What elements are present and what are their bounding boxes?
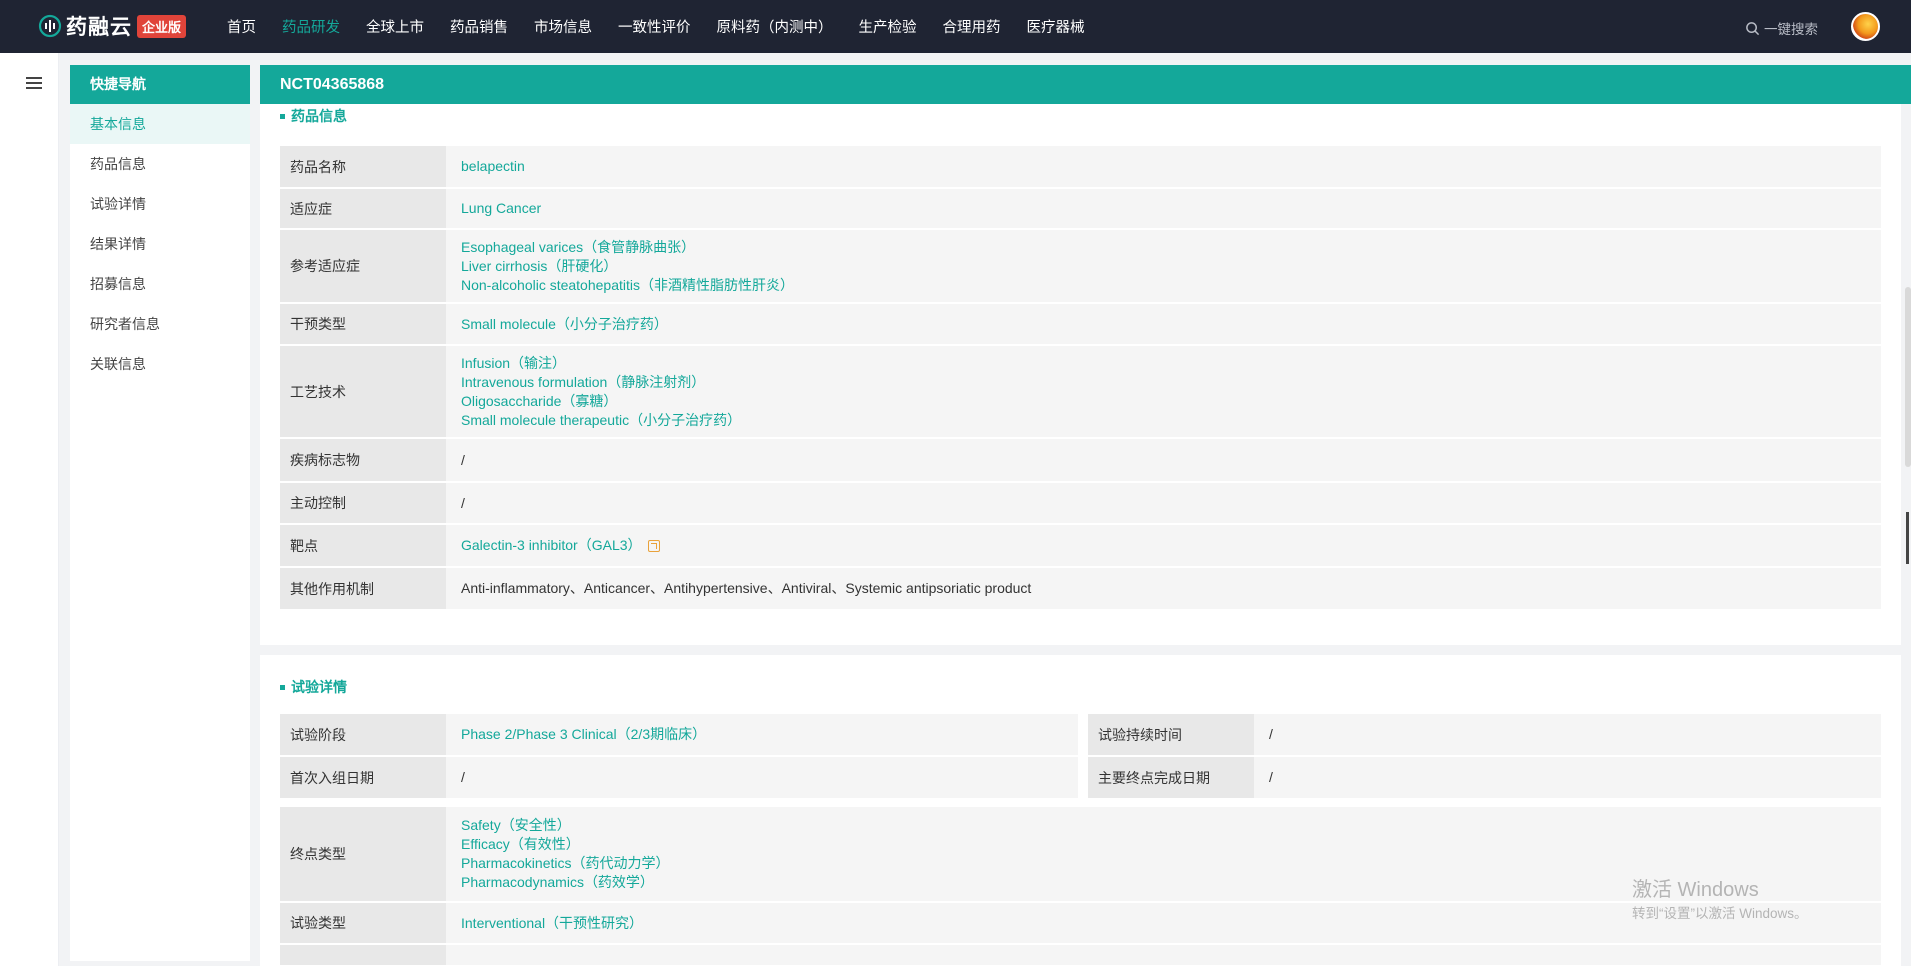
nav-global-launch[interactable]: 全球上市 [366, 16, 424, 37]
list-item[interactable]: Efficacy（有效性） [461, 835, 1881, 854]
nav-home[interactable]: 首页 [227, 16, 256, 37]
row-label: 工艺技术 [280, 346, 446, 437]
quick-nav-basic-info[interactable]: 基本信息 [70, 104, 250, 144]
row-label: 主动控制 [280, 483, 446, 523]
nav-market-info[interactable]: 市场信息 [534, 16, 592, 37]
first-enrollment-value: / [446, 757, 1078, 798]
trial-id-title: NCT04365868 [260, 65, 1911, 104]
target-cell: Galectin-3 inhibitor（GAL3） [446, 525, 1881, 566]
search-button[interactable]: 一键搜索 [1745, 18, 1818, 38]
row-label: 试验类型 [280, 903, 446, 943]
list-item[interactable]: Oligosaccharide（寡糖） [461, 392, 1881, 411]
main-content: NCT04365868 药品信息 药品名称 belapectin 适应症 Lun… [260, 65, 1911, 966]
trial-grid-table: 试验阶段 Phase 2/Phase 3 Clinical（2/3期临床） 试验… [280, 712, 1881, 800]
row-label: 药品名称 [280, 146, 446, 187]
list-item[interactable]: Infusion（输注） [461, 354, 1881, 373]
left-rail [0, 53, 59, 966]
primary-completion-value: / [1254, 757, 1881, 798]
row-label: 首次入组日期 [280, 757, 446, 798]
list-item[interactable]: Non-alcoholic steatohepatitis（非酒精性脂肪性肝炎） [461, 276, 1881, 295]
quick-nav-trial-details[interactable]: 试验详情 [70, 184, 250, 224]
logo-icon [38, 14, 62, 38]
section-marker [280, 684, 285, 690]
quick-nav-title: 快捷导航 [70, 65, 250, 104]
trial-duration-value: / [1254, 714, 1881, 755]
trial-details-title: 试验详情 [291, 679, 347, 695]
drug-info-table: 药品名称 belapectin 适应症 Lung Cancer 参考适应症 Es… [280, 144, 1881, 611]
active-control-value: / [446, 483, 1881, 523]
main-nav: 首页 药品研发 全球上市 药品销售 市场信息 一致性评价 原料药（内测中） 生产… [227, 0, 1111, 53]
list-item[interactable]: Liver cirrhosis（肝硬化） [461, 257, 1881, 276]
row-label: 适应症 [280, 189, 446, 228]
technology-values: Infusion（输注） Intravenous formulation（静脉注… [446, 346, 1881, 437]
table-row: 其他作用机制 Anti-inflammatory、Anticancer、Anti… [280, 568, 1881, 609]
nav-api[interactable]: 原料药（内测中） [717, 16, 833, 37]
list-item[interactable]: Safety（安全性） [461, 816, 1881, 835]
quick-nav-drug-info[interactable]: 药品信息 [70, 144, 250, 184]
avatar[interactable] [1851, 12, 1880, 41]
top-bar: 药融云 企业版 首页 药品研发 全球上市 药品销售 市场信息 一致性评价 原料药… [0, 0, 1911, 53]
trial-phase-value[interactable]: Phase 2/Phase 3 Clinical（2/3期临床） [446, 714, 1078, 755]
row-label: 终点类型 [280, 807, 446, 901]
drug-info-card: 药品信息 药品名称 belapectin 适应症 Lung Cancer 参考适… [260, 104, 1901, 645]
windows-activation-title: 激活 Windows [1632, 879, 1759, 901]
row-label: 主要终点完成日期 [1088, 757, 1254, 798]
menu-toggle-icon[interactable] [26, 77, 42, 90]
table-row: 靶点 Galectin-3 inhibitor（GAL3） [280, 525, 1881, 566]
target-value[interactable]: Galectin-3 inhibitor（GAL3） [461, 537, 642, 553]
drug-info-title: 药品信息 [291, 108, 347, 124]
table-row: 药品名称 belapectin [280, 146, 1881, 187]
list-item[interactable]: Pharmacokinetics（药代动力学） [461, 854, 1881, 873]
quick-nav-recruitment[interactable]: 招募信息 [70, 264, 250, 304]
search-label: 一键搜索 [1764, 22, 1818, 37]
quick-nav-related[interactable]: 关联信息 [70, 344, 250, 384]
reference-indications: Esophageal varices（食管静脉曲张） Liver cirrhos… [446, 230, 1881, 302]
indication-value[interactable]: Lung Cancer [446, 189, 1881, 228]
table-row: 干预类型 Small molecule（小分子治疗药） [280, 304, 1881, 344]
table-row: 适应症 Lung Cancer [280, 189, 1881, 228]
row-label: 试验阶段 [280, 714, 446, 755]
nav-drug-rd[interactable]: 药品研发 [282, 16, 340, 37]
drug-name-value[interactable]: belapectin [446, 146, 1881, 187]
drug-info-heading: 药品信息 [280, 106, 347, 126]
nav-rational-use[interactable]: 合理用药 [943, 16, 1001, 37]
page-scroll-indicator[interactable] [1906, 512, 1909, 564]
row-label: 靶点 [280, 525, 446, 566]
table-row: 试验阶段 Phase 2/Phase 3 Clinical（2/3期临床） 试验… [280, 714, 1881, 755]
list-item[interactable]: Intravenous formulation（静脉注射剂） [461, 373, 1881, 392]
windows-activation-subtitle: 转到“设置”以激活 Windows。 [1632, 906, 1808, 921]
logo[interactable]: 药融云 企业版 [38, 12, 187, 40]
table-row: 工艺技术 Infusion（输注） Intravenous formulatio… [280, 346, 1881, 437]
list-item[interactable]: Small molecule therapeutic（小分子治疗药） [461, 411, 1881, 430]
quick-nav: 快捷导航 基本信息 药品信息 试验详情 结果详情 招募信息 研究者信息 关联信息 [70, 65, 250, 961]
table-row: 疾病标志物 / [280, 439, 1881, 481]
quick-nav-result-details[interactable]: 结果详情 [70, 224, 250, 264]
biomarker-value: / [446, 439, 1881, 481]
trial-details-heading: 试验详情 [280, 677, 347, 697]
row-label: 试验持续时间 [1088, 714, 1254, 755]
section-marker [280, 113, 285, 119]
row-label: 参考适应症 [280, 230, 446, 302]
nav-medical-devices[interactable]: 医疗器械 [1027, 16, 1085, 37]
row-label: 疾病标志物 [280, 439, 446, 481]
list-item[interactable]: Esophageal varices（食管静脉曲张） [461, 238, 1881, 257]
intervention-type-value[interactable]: Small molecule（小分子治疗药） [446, 304, 1881, 344]
other-mechanism-value: Anti-inflammatory、Anticancer、Antihyperte… [446, 568, 1881, 609]
nav-drug-sales[interactable]: 药品销售 [450, 16, 508, 37]
quick-nav-investigators[interactable]: 研究者信息 [70, 304, 250, 344]
row-label: 其他作用机制 [280, 568, 446, 609]
table-row [280, 945, 1881, 965]
search-icon [1746, 21, 1760, 35]
logo-text: 药融云 [66, 16, 132, 39]
table-row: 主动控制 / [280, 483, 1881, 523]
enterprise-badge: 企业版 [137, 14, 187, 38]
external-link-icon[interactable] [647, 540, 660, 553]
nav-production-inspection[interactable]: 生产检验 [859, 16, 917, 37]
table-row: 首次入组日期 / 主要终点完成日期 / [280, 757, 1881, 798]
row-label: 干预类型 [280, 304, 446, 344]
nav-consistency-eval[interactable]: 一致性评价 [618, 16, 691, 37]
table-row: 参考适应症 Esophageal varices（食管静脉曲张） Liver c… [280, 230, 1881, 302]
scrollbar[interactable] [1905, 287, 1911, 467]
